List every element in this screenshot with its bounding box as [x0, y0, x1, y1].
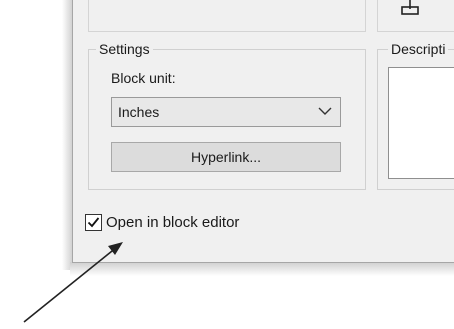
- arrow-pointer-icon: [23, 242, 123, 323]
